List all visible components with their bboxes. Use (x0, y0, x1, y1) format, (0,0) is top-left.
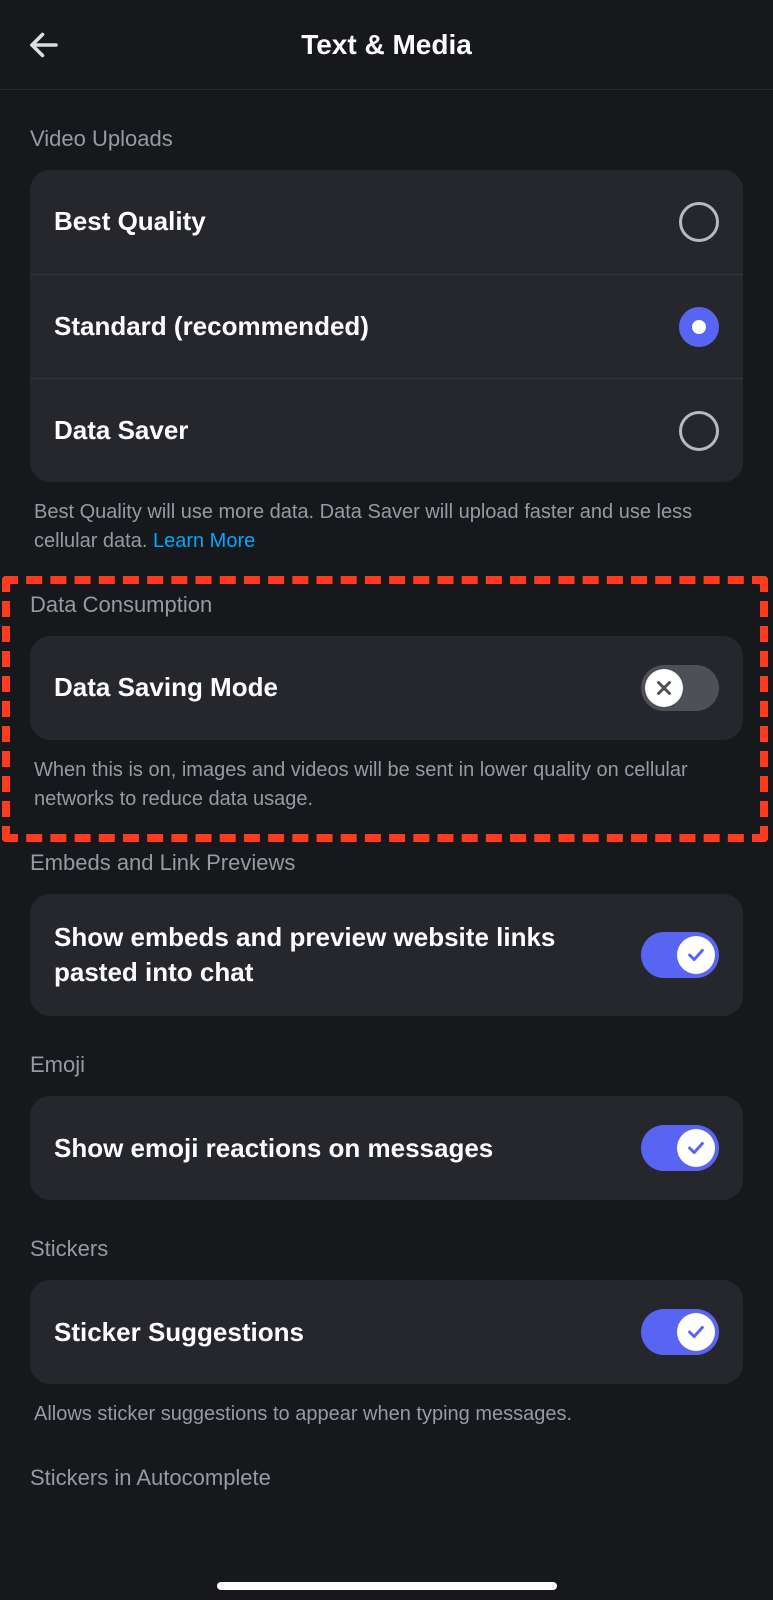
radio-unselected-icon (679, 202, 719, 242)
radio-row-data-saver[interactable]: Data Saver (30, 378, 743, 482)
radio-label: Best Quality (54, 204, 226, 239)
embeds-card: Show embeds and preview website links pa… (30, 894, 743, 1016)
radio-label: Data Saver (54, 413, 208, 448)
stickers-caption: Allows sticker suggestions to appear whe… (30, 1384, 743, 1429)
back-button[interactable] (20, 21, 68, 69)
toggle-row-embeds[interactable]: Show embeds and preview website links pa… (30, 894, 743, 1016)
radio-row-standard[interactable]: Standard (recommended) (30, 274, 743, 378)
video-uploads-caption: Best Quality will use more data. Data Sa… (30, 482, 743, 556)
x-icon (653, 677, 675, 699)
section-header-data-consumption: Data Consumption (30, 556, 743, 636)
emoji-card: Show emoji reactions on messages (30, 1096, 743, 1200)
toggle-row-emoji-reactions[interactable]: Show emoji reactions on messages (30, 1096, 743, 1200)
check-icon (685, 1321, 707, 1343)
section-header-stickers-autocomplete: Stickers in Autocomplete (30, 1429, 743, 1509)
arrow-left-icon (26, 27, 62, 63)
header-bar: Text & Media (0, 0, 773, 90)
section-header-emoji: Emoji (30, 1016, 743, 1096)
caption-text: Best Quality will use more data. Data Sa… (34, 501, 692, 552)
toggle-row-data-saving-mode[interactable]: Data Saving Mode (30, 636, 743, 740)
toggle-label: Show emoji reactions on messages (54, 1131, 513, 1166)
video-uploads-card: Best Quality Standard (recommended) Data… (30, 170, 743, 482)
radio-unselected-icon (679, 411, 719, 451)
learn-more-link[interactable]: Learn More (153, 530, 255, 552)
toggle-on (641, 1125, 719, 1171)
section-header-embeds: Embeds and Link Previews (30, 814, 743, 894)
radio-selected-icon (679, 307, 719, 347)
toggle-label: Data Saving Mode (54, 670, 298, 705)
stickers-card: Sticker Suggestions (30, 1280, 743, 1384)
toggle-label: Show embeds and preview website links pa… (54, 920, 641, 990)
radio-row-best-quality[interactable]: Best Quality (30, 170, 743, 274)
data-consumption-card: Data Saving Mode (30, 636, 743, 740)
radio-label: Standard (recommended) (54, 309, 389, 344)
section-header-video-uploads: Video Uploads (30, 90, 743, 170)
toggle-on (641, 932, 719, 978)
toggle-row-sticker-suggestions[interactable]: Sticker Suggestions (30, 1280, 743, 1384)
check-icon (685, 944, 707, 966)
check-icon (685, 1137, 707, 1159)
page-title: Text & Media (301, 29, 472, 61)
toggle-on (641, 1309, 719, 1355)
section-header-stickers: Stickers (30, 1200, 743, 1280)
toggle-label: Sticker Suggestions (54, 1315, 324, 1350)
toggle-off (641, 665, 719, 711)
home-indicator (217, 1582, 557, 1590)
data-consumption-caption: When this is on, images and videos will … (30, 740, 743, 814)
